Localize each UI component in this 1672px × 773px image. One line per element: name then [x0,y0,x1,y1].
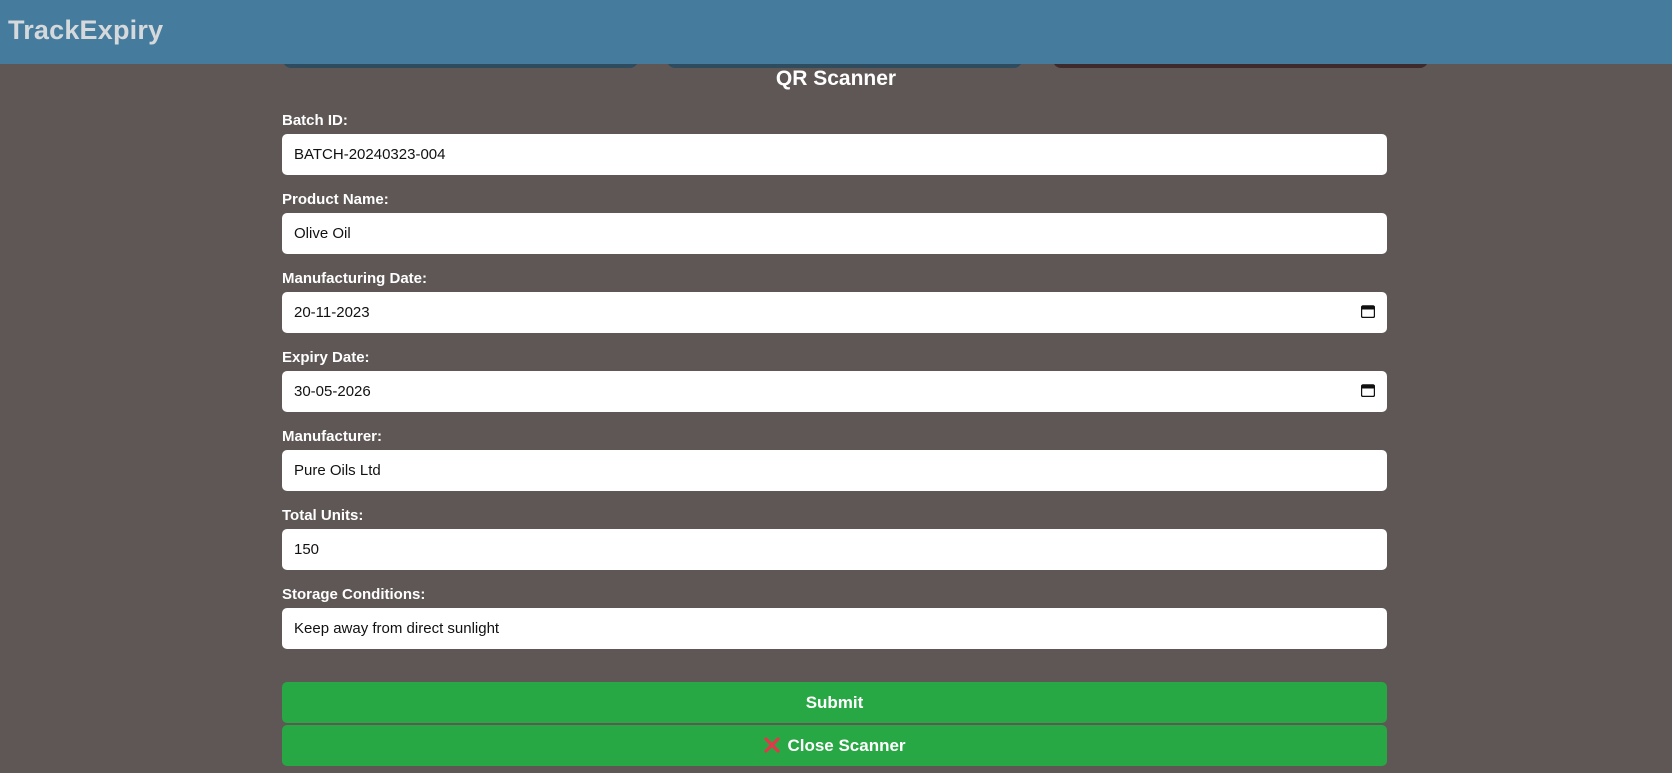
total-units-field-wrap [282,529,1387,570]
batch-id-input[interactable] [282,134,1387,175]
manufacturer-field-wrap [282,450,1387,491]
batch-id-field-wrap [282,134,1387,175]
product-name-input[interactable] [282,213,1387,254]
manufacturing-date-label: Manufacturing Date: [282,270,428,287]
product-name-label: Product Name: [282,191,389,208]
submit-button[interactable]: Submit [282,682,1387,723]
expiry-date-field-wrap [282,371,1387,412]
manufacturing-date-field-wrap [282,292,1387,333]
manufacturer-label: Manufacturer: [282,428,383,445]
expiry-date-label: Expiry Date: [282,349,370,366]
calendar-icon[interactable] [1361,384,1375,397]
calendar-icon[interactable] [1361,305,1375,318]
batch-form: Batch ID: Product Name: Manufacturing Da… [282,110,1387,663]
product-name-field-wrap [282,213,1387,254]
close-x-icon [764,737,781,753]
storage-conditions-field-wrap [282,608,1387,649]
expiry-date-input[interactable] [282,371,1387,412]
app-root: TrackExpiry QR Scanner Batch ID: Product… [0,0,1672,773]
scanner-title: QR Scanner [775,67,897,90]
close-scanner-label: Close Scanner [787,736,906,755]
manufacturing-date-input[interactable] [282,292,1387,333]
manufacturer-input[interactable] [282,450,1387,491]
total-units-input[interactable] [282,529,1387,570]
top-navbar: TrackExpiry [0,0,1672,64]
total-units-label: Total Units: [282,507,364,524]
storage-conditions-input[interactable] [282,608,1387,649]
brand-logo-text[interactable]: TrackExpiry [8,15,163,46]
close-scanner-button[interactable]: Close Scanner [282,725,1387,766]
batch-id-label: Batch ID: [282,112,348,129]
storage-conditions-label: Storage Conditions: [282,586,426,603]
